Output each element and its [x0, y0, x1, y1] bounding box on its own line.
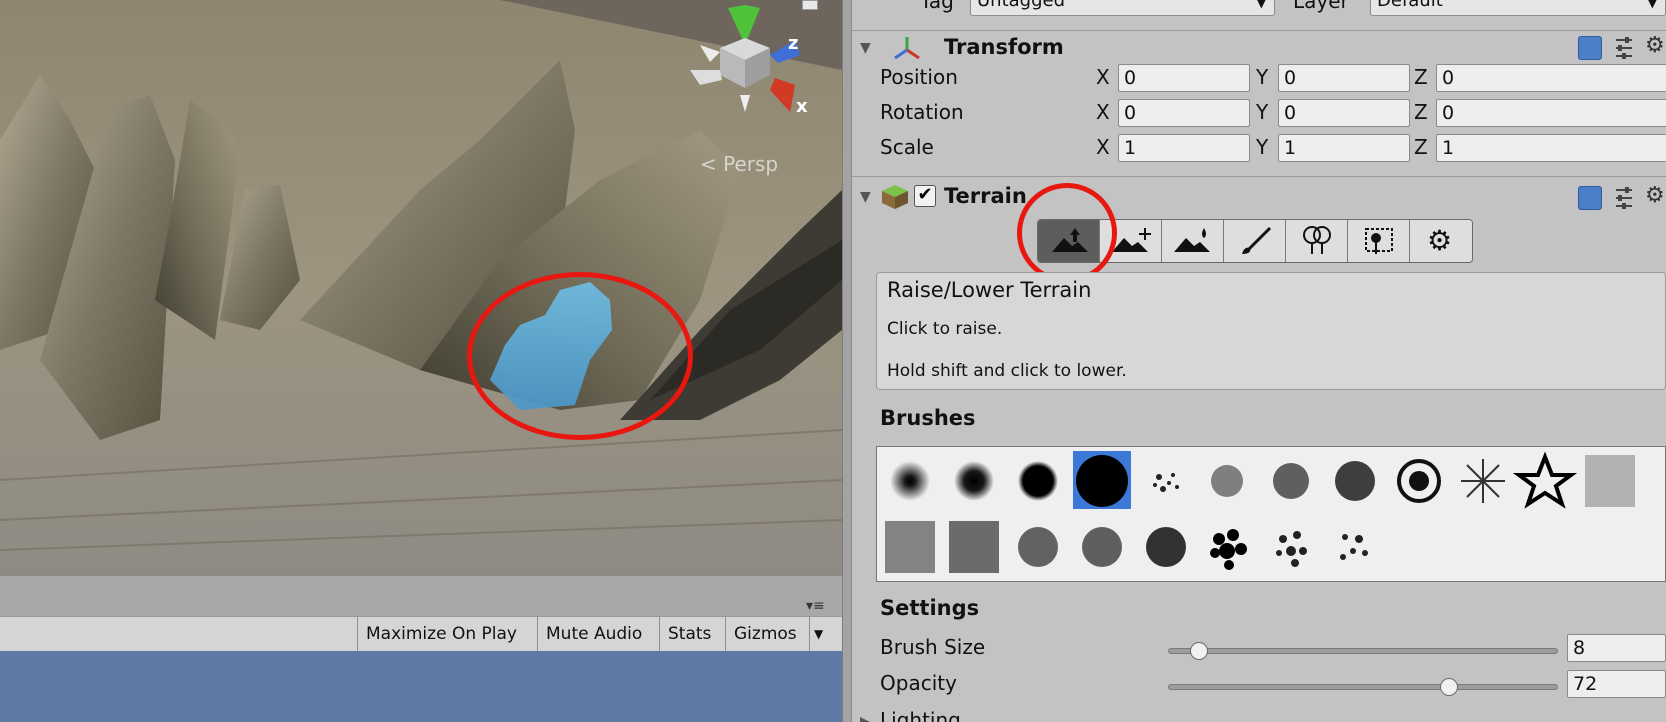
scale-z-field[interactable]: 1 — [1436, 134, 1666, 162]
tool-help-line2: Hold shift and click to lower. — [887, 361, 1127, 381]
rotation-z-field[interactable]: 0 — [1436, 99, 1666, 127]
axis-y-label: Y — [1256, 65, 1269, 89]
gizmos-button[interactable]: Gizmos — [725, 617, 809, 651]
settings-label: Settings — [880, 596, 980, 620]
terrain-settings-tool[interactable]: ⚙ — [1410, 220, 1472, 262]
scale-x-field[interactable]: 1 — [1118, 134, 1250, 162]
panel-gap — [0, 575, 842, 617]
gizmo-z-label: z — [788, 33, 799, 54]
brushes-label: Brushes — [880, 406, 976, 430]
axis-y-label: Y — [1256, 100, 1269, 124]
axis-x-label: X — [1096, 135, 1110, 159]
transform-scale-label: Scale — [880, 135, 934, 159]
opacity-slider-track[interactable] — [1168, 684, 1558, 690]
paint-details-icon — [1365, 228, 1393, 254]
tool-help-line1: Click to raise. — [887, 319, 1003, 339]
opacity-field[interactable]: 72 — [1567, 670, 1666, 698]
scene-view[interactable]: z x < Persp — [0, 0, 842, 575]
position-y-field[interactable]: 0 — [1278, 64, 1410, 92]
axis-x-label: X — [1096, 100, 1110, 124]
opacity-label: Opacity — [880, 671, 957, 695]
stats-button[interactable]: Stats — [659, 617, 725, 651]
tool-help-title: Raise/Lower Terrain — [887, 278, 1092, 302]
preset-sliders-icon[interactable] — [1612, 186, 1636, 210]
transform-title: Transform — [944, 35, 1064, 59]
terrain-enabled-checkbox[interactable]: ✔ — [914, 185, 936, 207]
tag-dropdown-arrow-icon: ▼ — [1256, 0, 1266, 10]
help-book-icon[interactable] — [1578, 36, 1602, 60]
transform-rotation-label: Rotation — [880, 100, 964, 124]
brush-size-field[interactable]: 8 — [1567, 634, 1666, 662]
scale-y-field[interactable]: 1 — [1278, 134, 1410, 162]
raise-lower-tool[interactable] — [1038, 220, 1100, 262]
brush-palette — [885, 451, 1635, 573]
settings-gear-icon[interactable]: ⚙ — [1645, 183, 1665, 208]
maximize-on-play-button[interactable]: Maximize On Play — [357, 617, 537, 651]
brush-size-slider-track[interactable] — [1168, 648, 1558, 654]
corner-button[interactable] — [802, 0, 818, 10]
rotation-x-field[interactable]: 0 — [1118, 99, 1250, 127]
tag-value: Untagged — [977, 0, 1066, 11]
tag-label: Tag — [920, 0, 954, 13]
paint-details-tool[interactable] — [1348, 220, 1410, 262]
axis-z-label: Z — [1414, 65, 1428, 89]
paint-height-icon — [1112, 228, 1151, 252]
panel-splitter[interactable] — [842, 0, 852, 722]
opacity-slider-thumb[interactable] — [1439, 678, 1458, 696]
place-trees-icon — [1303, 226, 1331, 254]
transform-axes-icon — [894, 37, 920, 60]
projection-label[interactable]: < Persp — [700, 152, 778, 176]
game-view-toolbar: Maximize On Play Mute Audio Stats Gizmos… — [0, 616, 842, 652]
brush-grid — [876, 446, 1666, 582]
lighting-foldout-icon[interactable]: ▶ — [860, 714, 871, 722]
separator — [852, 176, 1666, 177]
terrain-tool-bar: ⚙ — [1037, 219, 1473, 263]
lighting-label[interactable]: Lighting — [880, 708, 961, 722]
axis-z-label: Z — [1414, 135, 1428, 159]
terrain-component-icon — [882, 185, 908, 209]
gizmo-x-label: x — [796, 96, 808, 117]
game-view[interactable] — [0, 651, 842, 722]
paint-texture-icon — [1242, 226, 1272, 254]
position-x-field[interactable]: 0 — [1118, 64, 1250, 92]
transform-position-label: Position — [880, 65, 958, 89]
axis-y-label: Y — [1256, 135, 1269, 159]
place-trees-tool[interactable] — [1286, 220, 1348, 262]
layer-label: Layer — [1293, 0, 1349, 13]
terrain-foldout-icon[interactable]: ▼ — [860, 189, 871, 205]
inspector-panel: Tag Untagged ▼ Layer Default ▼ ▼ Transfo… — [852, 0, 1666, 722]
raise-lower-icon — [1052, 228, 1088, 252]
brush-size-slider-thumb[interactable] — [1190, 642, 1209, 660]
smooth-height-tool[interactable] — [1162, 220, 1224, 262]
layer-value: Default — [1377, 0, 1443, 11]
rotation-y-field[interactable]: 0 — [1278, 99, 1410, 127]
persp-arrow-icon: < — [700, 152, 717, 176]
terrain-settings-icon: ⚙ — [1427, 224, 1453, 257]
separator — [852, 30, 1666, 31]
terrain-render — [0, 0, 842, 575]
mute-audio-button[interactable]: Mute Audio — [537, 617, 659, 651]
help-book-icon[interactable] — [1578, 186, 1602, 210]
preset-sliders-icon[interactable] — [1612, 36, 1636, 60]
axis-z-label: Z — [1414, 100, 1428, 124]
position-z-field[interactable]: 0 — [1436, 64, 1666, 92]
paint-texture-tool[interactable] — [1224, 220, 1286, 262]
terrain-title: Terrain — [944, 184, 1027, 208]
panel-menu-icon[interactable]: ▾≡ — [806, 598, 825, 614]
layer-dropdown[interactable]: Default ▼ — [1370, 0, 1666, 16]
persp-text: Persp — [723, 152, 779, 176]
settings-gear-icon[interactable]: ⚙ — [1645, 33, 1665, 58]
tool-help-box: Raise/Lower Terrain Click to raise. Hold… — [876, 272, 1666, 390]
smooth-height-icon — [1174, 228, 1210, 252]
transform-foldout-icon[interactable]: ▼ — [860, 40, 871, 56]
brush-size-label: Brush Size — [880, 635, 986, 659]
paint-height-tool[interactable] — [1100, 220, 1162, 262]
layer-dropdown-arrow-icon: ▼ — [1647, 0, 1657, 10]
axis-x-label: X — [1096, 65, 1110, 89]
gizmos-dropdown-arrow-icon[interactable]: ▼ — [809, 617, 833, 651]
tag-dropdown[interactable]: Untagged ▼ — [970, 0, 1275, 16]
